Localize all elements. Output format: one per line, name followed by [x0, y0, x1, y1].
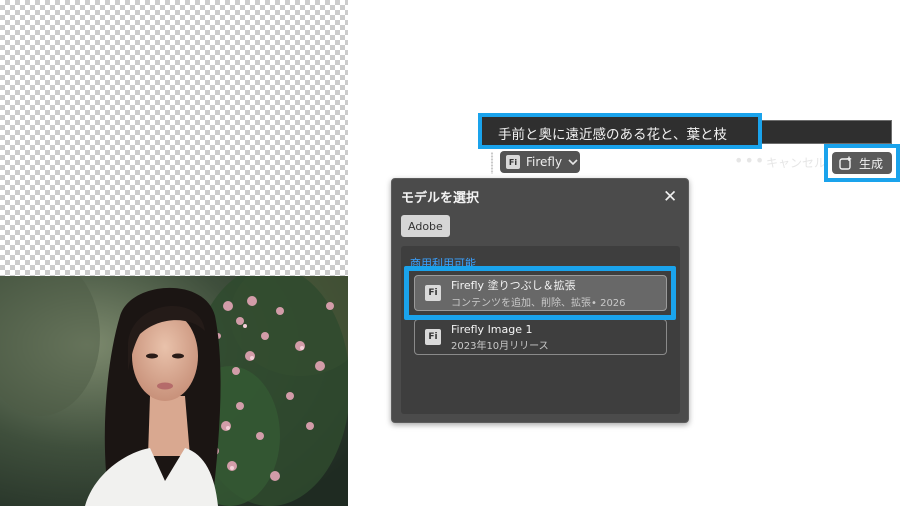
portrait-photo	[0, 276, 348, 506]
model-select-button[interactable]: Fi Firefly	[500, 151, 580, 173]
selected-model-highlight-frame: Fi Firefly 塗りつぶし＆拡張 コンテンツを追加、削除、拡張• 2026	[404, 266, 676, 320]
model-name: Firefly Image 1	[451, 322, 533, 336]
firefly-icon: Fi	[425, 329, 441, 345]
model-select-label: Firefly	[526, 155, 563, 169]
prompt-field-extension[interactable]	[762, 120, 892, 144]
filter-chip-adobe[interactable]: Adobe	[401, 215, 450, 237]
model-card-firefly-image-1[interactable]: Fi Firefly Image 1 2023年10月リリース	[414, 319, 667, 355]
panel-title: モデルを選択	[401, 191, 480, 206]
transparent-canvas-area	[0, 0, 348, 276]
generate-sparkle-icon	[839, 156, 852, 170]
generate-highlight-frame: 生成	[824, 144, 900, 182]
close-icon[interactable]: ✕	[663, 187, 677, 207]
generate-button[interactable]: 生成	[832, 152, 892, 174]
drag-handle-icon[interactable]	[490, 152, 494, 174]
firefly-icon: Fi	[425, 285, 441, 301]
chevron-down-icon	[568, 159, 578, 166]
model-subtitle: コンテンツを追加、削除、拡張• 2026	[451, 298, 626, 309]
generate-label: 生成	[859, 156, 884, 171]
prompt-highlight-frame: 手前と奥に遠近感のある花と、葉と枝	[478, 113, 762, 149]
model-name: Firefly 塗りつぶし＆拡張	[451, 279, 576, 292]
firefly-icon: Fi	[506, 155, 520, 169]
prompt-input[interactable]: 手前と奥に遠近感のある花と、葉と枝	[498, 123, 727, 143]
more-options-button[interactable]: •••	[734, 151, 765, 170]
model-subtitle: 2023年10月リリース	[451, 340, 549, 352]
model-card-firefly-fill-expand[interactable]: Fi Firefly 塗りつぶし＆拡張 コンテンツを追加、削除、拡張• 2026	[414, 275, 667, 311]
cancel-button[interactable]: キャンセル	[766, 154, 826, 171]
